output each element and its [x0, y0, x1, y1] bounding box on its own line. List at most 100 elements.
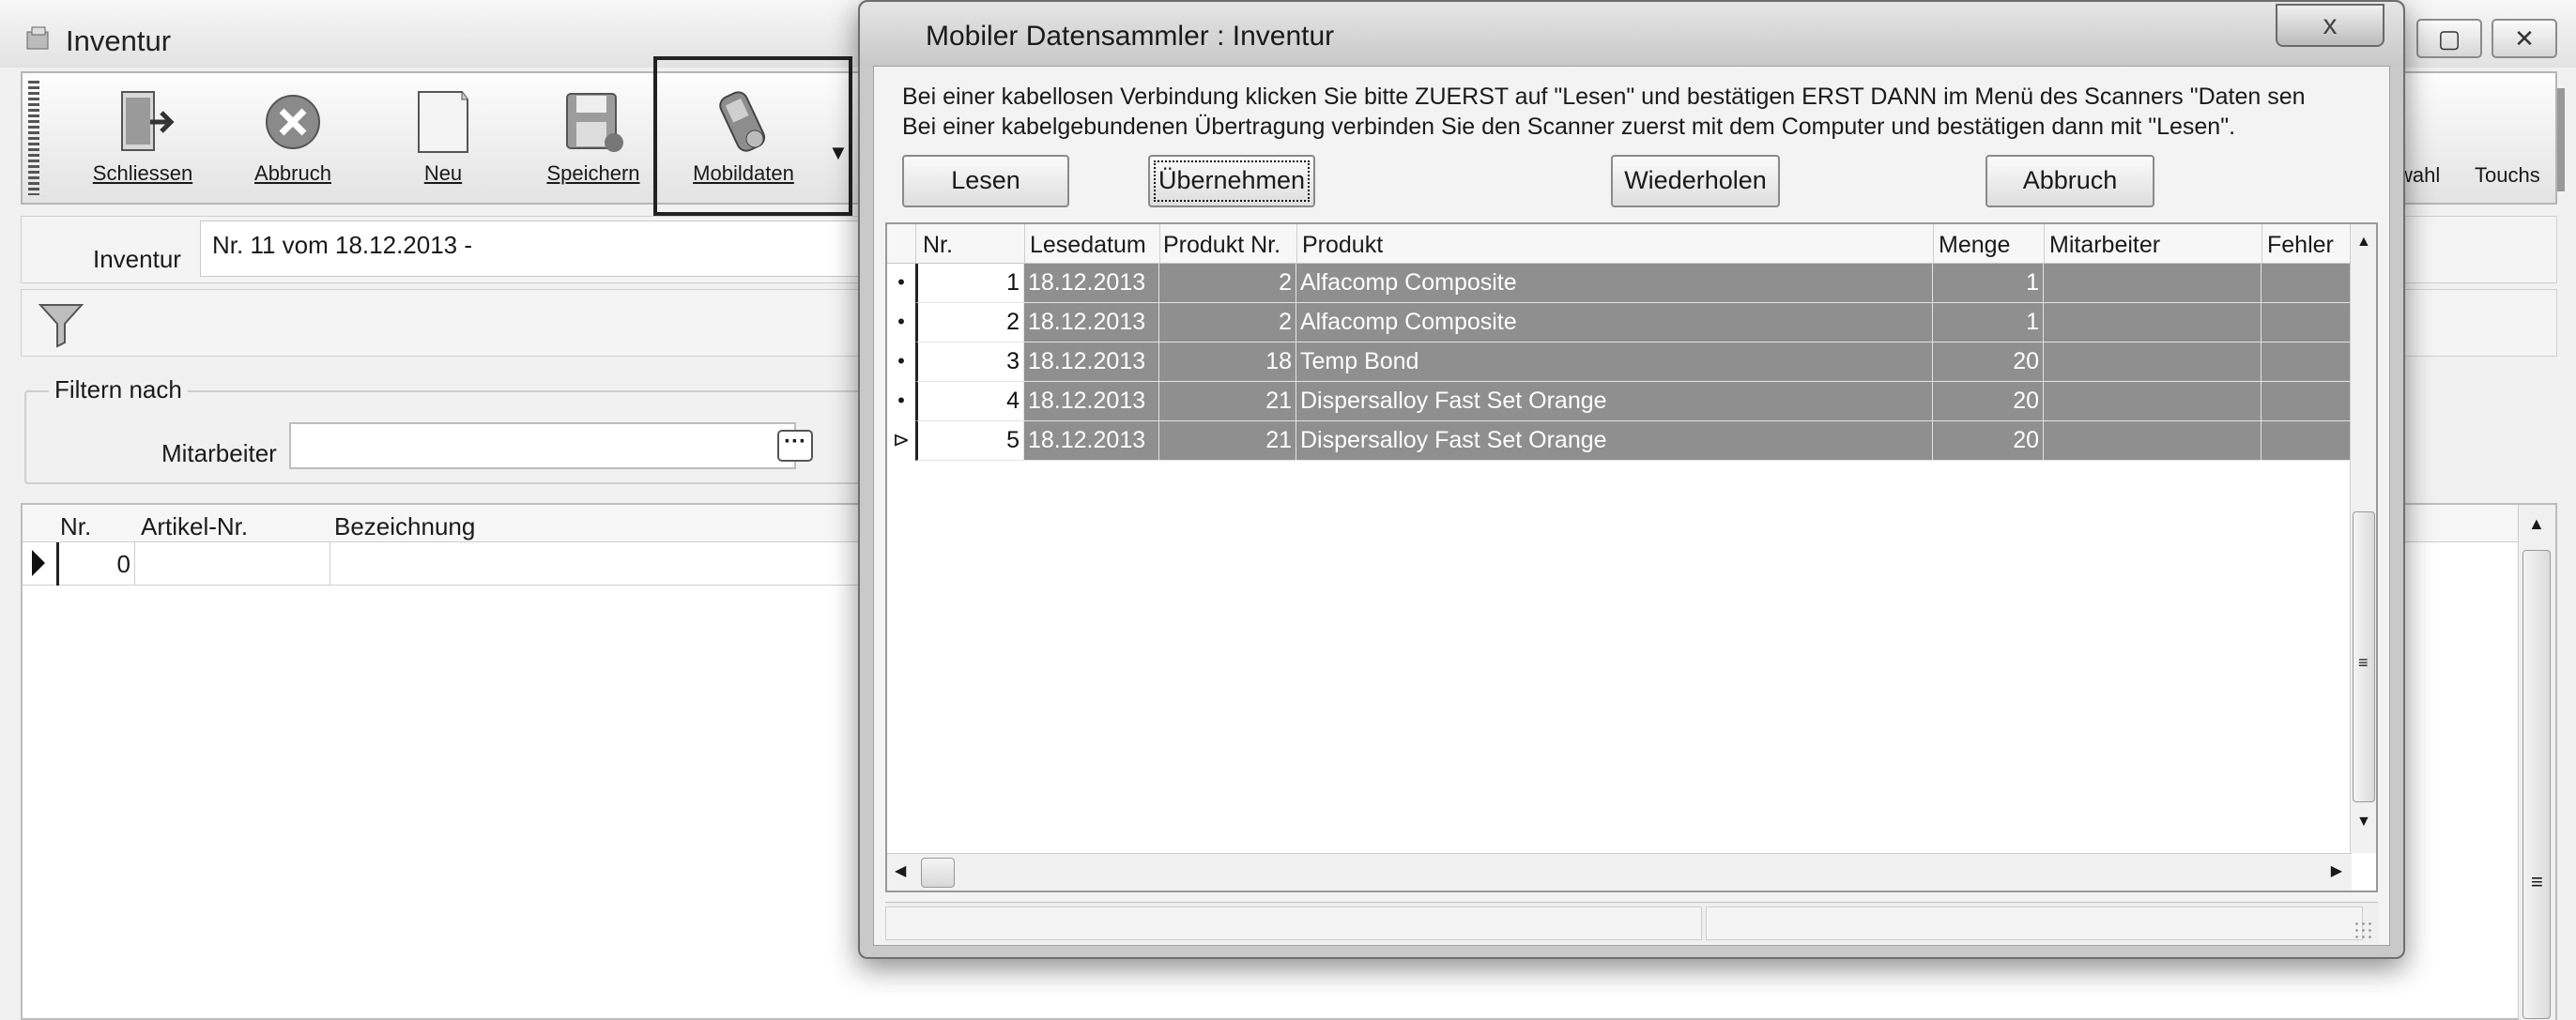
cell-nr[interactable]: 3	[915, 343, 1024, 382]
scroll-left-icon[interactable]: ◀	[895, 861, 906, 880]
dialog-titlebar[interactable]: Mobiler Datensammler : Inventur x	[860, 2, 2403, 66]
cell-mitarbeiter[interactable]	[2044, 382, 2262, 421]
cell-fehler[interactable]	[2262, 264, 2352, 303]
inventur-field[interactable]: Nr. 11 vom 18.12.2013 -	[200, 221, 876, 277]
cell-produkt-nr[interactable]: 2	[1159, 303, 1296, 343]
cell-produkt[interactable]: Dispersalloy Fast Set Orange	[1296, 421, 1933, 461]
cell-lesedatum[interactable]: 18.12.2013	[1024, 264, 1159, 303]
cell-menge[interactable]: 20	[1933, 343, 2044, 382]
browse-button[interactable]: ···	[777, 430, 813, 462]
cell-menge[interactable]: 20	[1933, 382, 2044, 421]
window-title: Inventur	[66, 24, 172, 57]
table-row[interactable]: • 2 18.12.2013 2 Alfacomp Composite 1	[887, 303, 2352, 343]
column-header-nr[interactable]: Nr.	[923, 232, 953, 259]
cell-lesedatum[interactable]: 18.12.2013	[1024, 303, 1159, 343]
cell-produkt[interactable]: Temp Bond	[1296, 343, 1933, 382]
cell-menge[interactable]: 1	[1933, 264, 2044, 303]
cell-produkt-nr[interactable]: 18	[1159, 343, 1296, 382]
horizontal-scrollbar[interactable]: ◀ ▶	[887, 853, 2352, 891]
cell-produkt[interactable]: Alfacomp Composite	[1296, 303, 1933, 343]
read-button[interactable]: Lesen	[902, 155, 1069, 207]
cell-produkt-nr[interactable]: 21	[1159, 421, 1296, 461]
column-header-produkt[interactable]: Produkt	[1302, 232, 1383, 259]
cell-produkt-nr[interactable]: 2	[1159, 264, 1296, 303]
column-header-nr[interactable]: Nr.	[60, 512, 91, 541]
column-separator	[1296, 224, 1297, 264]
save-button[interactable]: Speichern	[518, 81, 668, 193]
cell-mitarbeiter[interactable]	[2044, 303, 2262, 343]
toolbar-item-touch[interactable]: Touchs	[2475, 163, 2540, 188]
repeat-button[interactable]: Wiederholen	[1611, 155, 1780, 207]
dialog-close-button[interactable]: x	[2276, 4, 2384, 47]
cell-nr[interactable]: 1	[915, 264, 1024, 303]
vertical-scrollbar[interactable]: ▲ ≡	[2518, 505, 2555, 1020]
column-header-bezeichnung[interactable]: Bezeichnung	[334, 512, 475, 541]
scroll-thumb[interactable]: ≡	[2353, 511, 2375, 802]
toolbar-grip[interactable]	[28, 81, 39, 195]
table-row[interactable]: 0	[23, 542, 867, 586]
close-label: Schliessen	[92, 161, 193, 185]
column-separator	[2044, 224, 2045, 264]
cell-fehler[interactable]	[2262, 303, 2352, 343]
cell-lesedatum[interactable]: 18.12.2013	[1024, 421, 1159, 461]
column-header-produkt-nr[interactable]: Produkt Nr.	[1163, 232, 1280, 259]
column-header-fehler[interactable]: Fehler	[2267, 232, 2334, 259]
table-row[interactable]: • 4 18.12.2013 21 Dispersalloy Fast Set …	[887, 382, 2352, 421]
cell-menge[interactable]: 1	[1933, 303, 2044, 343]
resize-grip-icon[interactable]	[2354, 921, 2372, 939]
scroll-thumb[interactable]	[921, 858, 955, 888]
abort-label: Abbruch	[254, 161, 331, 185]
vertical-scrollbar[interactable]: ▲ ≡ ▼	[2350, 224, 2376, 853]
table-row[interactable]: • 1 18.12.2013 2 Alfacomp Composite 1	[887, 264, 2352, 303]
new-button[interactable]: Neu	[368, 81, 518, 193]
mitarbeiter-input[interactable]	[289, 422, 796, 469]
cell-fehler[interactable]	[2262, 382, 2352, 421]
table-row[interactable]: ⊳ 5 18.12.2013 21 Dispersalloy Fast Set …	[887, 421, 2352, 461]
close-window-button[interactable]: ✕	[2492, 19, 2557, 58]
cell-nr[interactable]: 2	[915, 303, 1024, 343]
cell-produkt-nr[interactable]: 21	[1159, 382, 1296, 421]
scroll-thumb[interactable]: ≡	[2522, 550, 2551, 1019]
column-header-artikel[interactable]: Artikel-Nr.	[141, 512, 248, 541]
maximize-button[interactable]: ▢	[2416, 19, 2482, 58]
app-icon	[26, 26, 49, 50]
cell-nr[interactable]: 4	[915, 382, 1024, 421]
cell-mitarbeiter[interactable]	[2044, 343, 2262, 382]
column-header-menge[interactable]: Menge	[1939, 232, 2010, 259]
mobile-data-dialog: Mobiler Datensammler : Inventur x Bei ei…	[858, 0, 2405, 959]
cell-nr[interactable]: 0	[56, 542, 135, 586]
grip-icon: ≡	[2358, 653, 2369, 672]
funnel-icon[interactable]	[35, 297, 87, 350]
cancel-button[interactable]: Abbruch	[1986, 155, 2154, 207]
new-document-icon	[418, 91, 468, 153]
grid-header: Nr. Lesedatum Produkt Nr. Produkt Menge …	[887, 224, 2352, 264]
floppy-disk-icon	[566, 93, 623, 152]
apply-button[interactable]: Übernehmen	[1148, 155, 1315, 207]
cell-fehler[interactable]	[2262, 421, 2352, 461]
cell-mitarbeiter[interactable]	[2044, 264, 2262, 303]
cell-fehler[interactable]	[2262, 343, 2352, 382]
cell-produkt[interactable]: Dispersalloy Fast Set Orange	[1296, 382, 1933, 421]
cell-nr[interactable]: 5	[915, 421, 1024, 461]
column-header-mitarbeiter[interactable]: Mitarbeiter	[2049, 232, 2160, 259]
row-indicator-icon: •	[897, 349, 905, 373]
status-bar	[885, 902, 2378, 943]
cell-menge[interactable]: 20	[1933, 421, 2044, 461]
status-panel	[1706, 906, 2363, 940]
scroll-down-icon[interactable]: ▼	[2356, 814, 2371, 830]
column-header-lesedatum[interactable]: Lesedatum	[1030, 232, 1146, 259]
scroll-up-icon[interactable]: ▲	[2528, 514, 2545, 534]
grip-icon: ≡	[2531, 870, 2543, 893]
close-button[interactable]: Schliessen	[68, 81, 218, 193]
cell-mitarbeiter[interactable]	[2044, 421, 2262, 461]
scroll-right-icon[interactable]: ▶	[2331, 861, 2342, 880]
abort-button[interactable]: Abbruch	[218, 81, 368, 193]
table-row[interactable]: • 3 18.12.2013 18 Temp Bond 20	[887, 343, 2352, 382]
cell-lesedatum[interactable]: 18.12.2013	[1024, 382, 1159, 421]
row-indicator-icon	[32, 550, 45, 576]
scroll-up-icon[interactable]: ▲	[2356, 234, 2371, 251]
cell-lesedatum[interactable]: 18.12.2013	[1024, 343, 1159, 382]
cell-produkt[interactable]: Alfacomp Composite	[1296, 264, 1933, 303]
filter-group: Filtern nach Mitarbeiter ···	[24, 375, 869, 484]
cell-artikel[interactable]	[137, 542, 330, 586]
